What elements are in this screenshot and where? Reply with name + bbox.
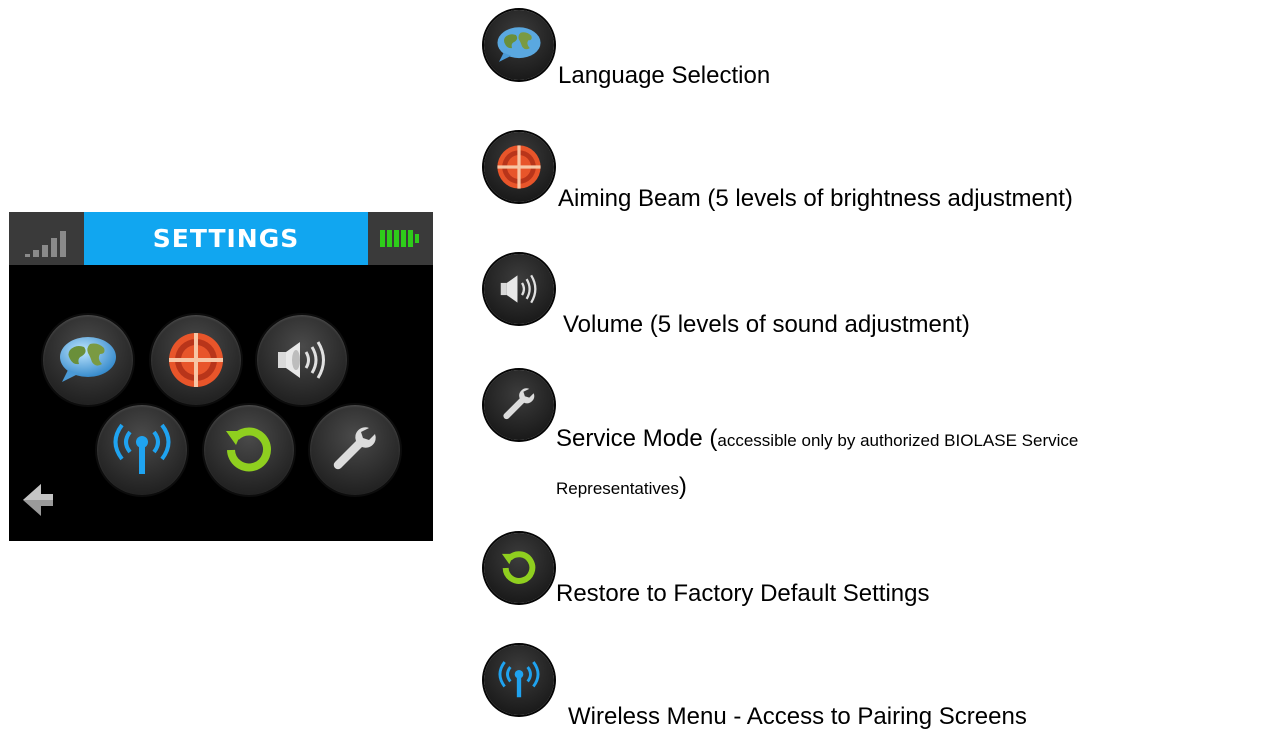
target-icon bbox=[169, 333, 223, 387]
service-mode-button[interactable] bbox=[310, 405, 400, 495]
legend-service-label: Service Mode (accessible only by authori… bbox=[556, 425, 1078, 453]
globe-speech-icon bbox=[60, 337, 116, 382]
legend-service-small-1: accessible only by authorized BIOLASE Se… bbox=[717, 431, 1079, 450]
legend-service-label-line2: Representatives) bbox=[556, 473, 687, 501]
legend-restore-label: Restore to Factory Default Settings bbox=[556, 580, 930, 607]
aiming-beam-button[interactable] bbox=[151, 315, 241, 405]
settings-screen: SETTINGS bbox=[9, 212, 433, 541]
speaker-icon bbox=[278, 341, 325, 379]
legend-service-small-2: Representatives bbox=[556, 479, 679, 498]
legend-language-label: Language Selection bbox=[558, 62, 771, 89]
signal-strength-icon bbox=[9, 212, 84, 265]
battery-icon bbox=[368, 212, 433, 265]
restore-icon bbox=[226, 427, 271, 472]
legend-aiming-label: Aiming Beam (5 levels of brightness adju… bbox=[558, 185, 1073, 212]
status-bar: SETTINGS bbox=[9, 212, 433, 265]
screen-title: SETTINGS bbox=[152, 224, 300, 253]
legend-service-close: ) bbox=[678, 473, 687, 500]
legend-globe-icon bbox=[484, 10, 554, 80]
volume-button[interactable] bbox=[257, 315, 347, 405]
legend-service-main: Service Mode ( bbox=[556, 425, 718, 452]
legend-wireless-label: Wireless Menu - Access to Pairing Screen… bbox=[568, 703, 1027, 730]
legend-wrench-icon bbox=[484, 370, 554, 440]
back-arrow-icon bbox=[23, 484, 53, 516]
wireless-button[interactable] bbox=[97, 405, 187, 495]
language-button[interactable] bbox=[43, 315, 133, 405]
legend-wireless-icon bbox=[484, 645, 554, 715]
legend-restore-icon bbox=[484, 533, 554, 603]
wrench-icon bbox=[333, 427, 376, 470]
restore-defaults-button[interactable] bbox=[204, 405, 294, 495]
legend-speaker-icon bbox=[484, 254, 554, 324]
back-button[interactable] bbox=[21, 480, 61, 520]
legend-target-icon bbox=[484, 132, 554, 202]
wireless-icon bbox=[113, 423, 171, 474]
legend-volume-label: Volume (5 levels of sound adjustment) bbox=[563, 311, 970, 338]
title-bar: SETTINGS bbox=[84, 212, 368, 265]
